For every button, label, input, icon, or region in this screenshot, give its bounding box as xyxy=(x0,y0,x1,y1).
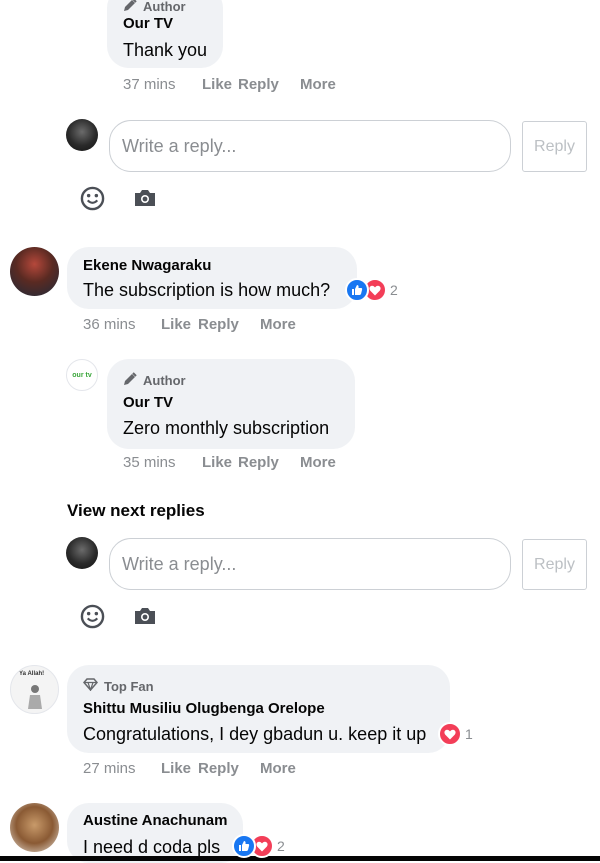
comment-time: 37 mins xyxy=(123,76,176,93)
ourtv-logo: our tv xyxy=(72,371,92,379)
reply-button[interactable]: Reply xyxy=(238,454,300,471)
emoji-icon[interactable] xyxy=(80,604,105,634)
top-fan-badge: Top Fan xyxy=(83,678,154,694)
comment-time: 27 mins xyxy=(83,760,136,777)
reply-submit-button[interactable]: Reply xyxy=(522,539,587,590)
commenter-name[interactable]: Ekene Nwagaraku xyxy=(83,257,211,274)
comment-actions: 36 mins Like Reply More xyxy=(83,316,296,333)
comment-time: 35 mins xyxy=(123,454,176,471)
reply-button[interactable]: Reply xyxy=(198,316,260,333)
like-button[interactable]: Like xyxy=(202,454,238,471)
comment-actions: 35 mins Like Reply More xyxy=(123,454,336,471)
pencil-icon xyxy=(123,0,137,15)
comment-bubble: Top Fan Shittu Musiliu Olugbenga Orelope… xyxy=(67,665,450,753)
author-badge: Author xyxy=(123,0,186,15)
diamond-icon xyxy=(83,678,98,694)
comment-bubble: Austine Anachunam I need d coda pls xyxy=(67,803,243,863)
reply-button[interactable]: Reply xyxy=(238,76,300,93)
more-button[interactable]: More xyxy=(260,760,296,777)
love-reaction-icon xyxy=(438,722,462,746)
reaction-summary[interactable]: 2 xyxy=(345,278,398,302)
emoji-icon[interactable] xyxy=(80,186,105,216)
commenter-name[interactable]: Our TV xyxy=(123,15,173,32)
camera-icon[interactable] xyxy=(133,607,157,630)
page-avatar[interactable]: our tv xyxy=(66,359,98,391)
like-reaction-icon xyxy=(345,278,369,302)
comment-text: Congratulations, I dey gbadun u. keep it… xyxy=(83,724,427,744)
view-next-replies-link[interactable]: View next replies xyxy=(67,501,205,521)
more-button[interactable]: More xyxy=(300,454,336,471)
reply-input[interactable]: Write a reply... xyxy=(109,120,511,172)
comment-text: The subscription is how much? xyxy=(83,280,331,300)
comment-actions: 27 mins Like Reply More xyxy=(83,760,296,777)
like-button[interactable]: Like xyxy=(202,76,238,93)
commenter-avatar[interactable]: Ya Allah! xyxy=(10,665,59,714)
commenter-name[interactable]: Our TV xyxy=(123,394,173,411)
reaction-summary[interactable]: 1 xyxy=(438,722,473,746)
reaction-count: 1 xyxy=(465,726,473,742)
reaction-summary[interactable]: 2 xyxy=(232,834,285,858)
user-avatar xyxy=(66,119,98,151)
reply-submit-button[interactable]: Reply xyxy=(522,121,587,172)
comment-text: Zero monthly subscription xyxy=(123,418,330,438)
user-avatar xyxy=(66,537,98,569)
commenter-avatar[interactable] xyxy=(10,247,59,296)
like-button[interactable]: Like xyxy=(161,760,198,777)
commenter-name[interactable]: Shittu Musiliu Olugbenga Orelope xyxy=(83,700,325,717)
comment-bubble: Author Our TV Thank you xyxy=(107,0,223,68)
comment-bubble: Ekene Nwagaraku The subscription is how … xyxy=(67,247,357,309)
comment-text: I need d coda pls xyxy=(83,837,221,857)
avatar-caption: Ya Allah! xyxy=(19,671,45,677)
comment-text: Thank you xyxy=(123,40,208,60)
like-button[interactable]: Like xyxy=(161,316,198,333)
like-reaction-icon xyxy=(232,834,256,858)
bottom-edge-bar xyxy=(0,856,600,861)
pencil-icon xyxy=(123,372,137,389)
more-button[interactable]: More xyxy=(300,76,336,93)
more-button[interactable]: More xyxy=(260,316,296,333)
commenter-avatar[interactable] xyxy=(10,803,59,852)
reply-input[interactable]: Write a reply... xyxy=(109,538,511,590)
reaction-count: 2 xyxy=(277,838,285,854)
camera-icon[interactable] xyxy=(133,189,157,212)
commenter-name[interactable]: Austine Anachunam xyxy=(83,812,227,829)
comment-bubble: Author Our TV Zero monthly subscription xyxy=(107,359,355,449)
person-figure-icon xyxy=(28,685,42,709)
comment-actions: 37 mins Like Reply More xyxy=(123,76,336,93)
comment-time: 36 mins xyxy=(83,316,136,333)
reaction-count: 2 xyxy=(390,282,398,298)
author-badge: Author xyxy=(123,372,186,389)
reply-button[interactable]: Reply xyxy=(198,760,260,777)
